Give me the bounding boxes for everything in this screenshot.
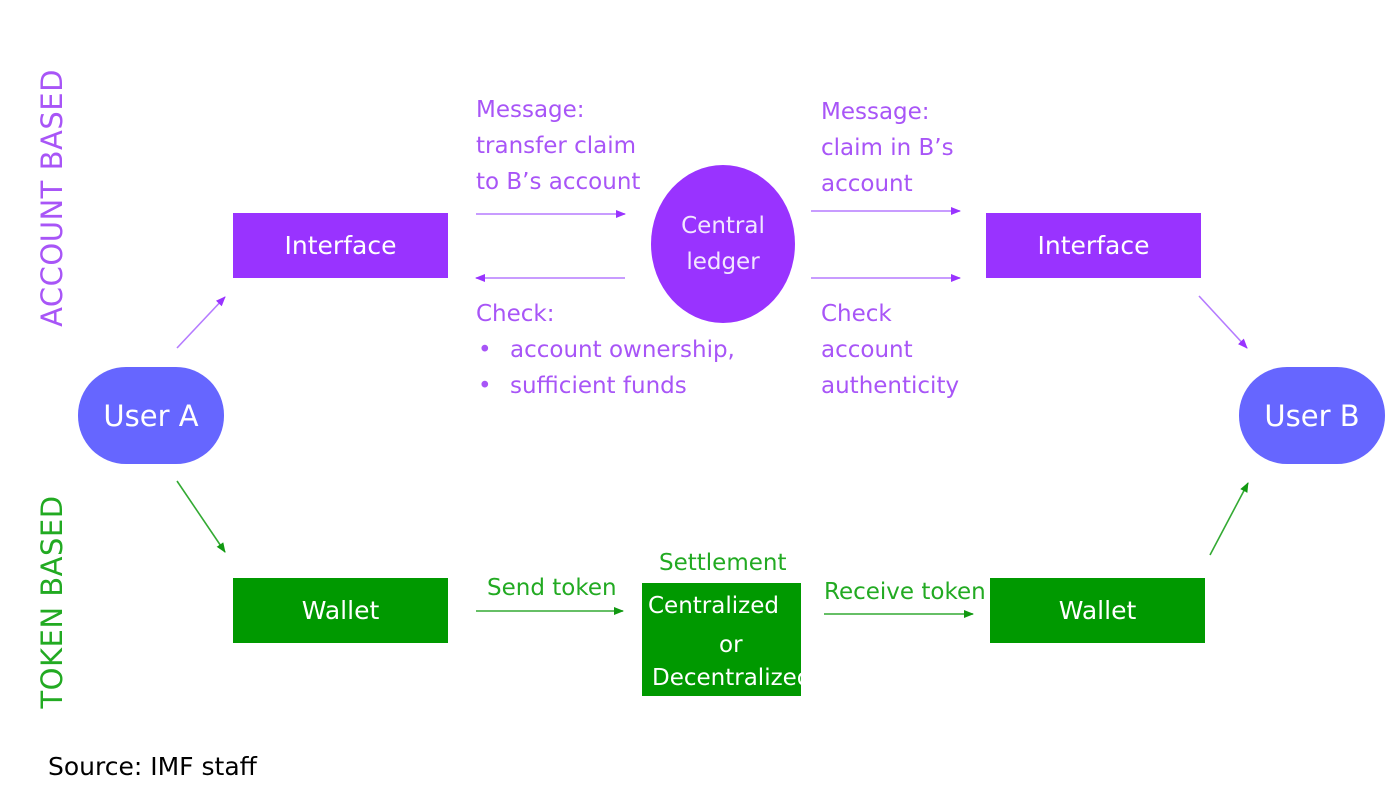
settlement-line-decentralized: Decentralized: [652, 665, 812, 691]
user-b-node: User B: [1239, 367, 1385, 464]
check-right-line-3: authenticity: [821, 373, 960, 399]
central-ledger-line-1: Central: [681, 213, 765, 239]
message-left-line-2: transfer claim: [476, 133, 637, 159]
check-left-annotation: Check: account ownership, sufficient fun…: [476, 296, 735, 404]
check-left-item: sufficient funds: [476, 368, 735, 404]
arrow-user-a-to-interface: [176, 296, 226, 349]
send-token-label: Send token: [487, 575, 617, 601]
message-right-line-2: claim in B’s: [821, 135, 954, 161]
wallet-right-box: Wallet: [990, 578, 1205, 643]
check-left-title: Check:: [476, 301, 555, 327]
message-right-line-1: Message:: [821, 99, 930, 125]
message-right-annotation: Message: claim in B’s account: [821, 94, 954, 202]
wallet-right-label: Wallet: [1058, 596, 1137, 625]
message-left-line-1: Message:: [476, 97, 585, 123]
wallet-left-label: Wallet: [301, 596, 380, 625]
wallet-left-box: Wallet: [233, 578, 448, 643]
receive-token-label: Receive token: [824, 579, 986, 605]
message-left-line-3: to B’s account: [476, 169, 641, 195]
check-right-line-1: Check: [821, 301, 892, 327]
settlement-title: Settlement: [659, 550, 787, 576]
arrow-user-a-to-wallet: [176, 480, 226, 553]
settlement-line-centralized: Centralized: [648, 593, 779, 619]
source-note: Source: IMF staff: [48, 752, 257, 781]
check-right-line-2: account: [821, 337, 913, 363]
arrow-interface-to-user-b: [1198, 295, 1248, 349]
interface-right-label: Interface: [1037, 231, 1150, 260]
check-right-annotation: Check account authenticity: [821, 296, 959, 404]
settlement-line-or: or: [719, 632, 743, 658]
interface-left-box: Interface: [233, 213, 448, 278]
interface-left-label: Interface: [284, 231, 397, 260]
message-right-line-3: account: [821, 171, 913, 197]
central-ledger-line-2: ledger: [686, 249, 760, 275]
message-left-annotation: Message: transfer claim to B’s account: [476, 92, 640, 200]
user-a-node: User A: [78, 367, 224, 464]
interface-right-box: Interface: [986, 213, 1201, 278]
check-left-list: account ownership, sufficient funds: [476, 332, 735, 404]
user-b-label: User B: [1264, 398, 1360, 433]
check-left-item: account ownership,: [476, 332, 735, 368]
user-a-label: User A: [103, 398, 199, 433]
settlement-box: Centralized or Decentralized: [642, 583, 811, 696]
arrow-wallet-to-user-b: [1209, 482, 1249, 556]
